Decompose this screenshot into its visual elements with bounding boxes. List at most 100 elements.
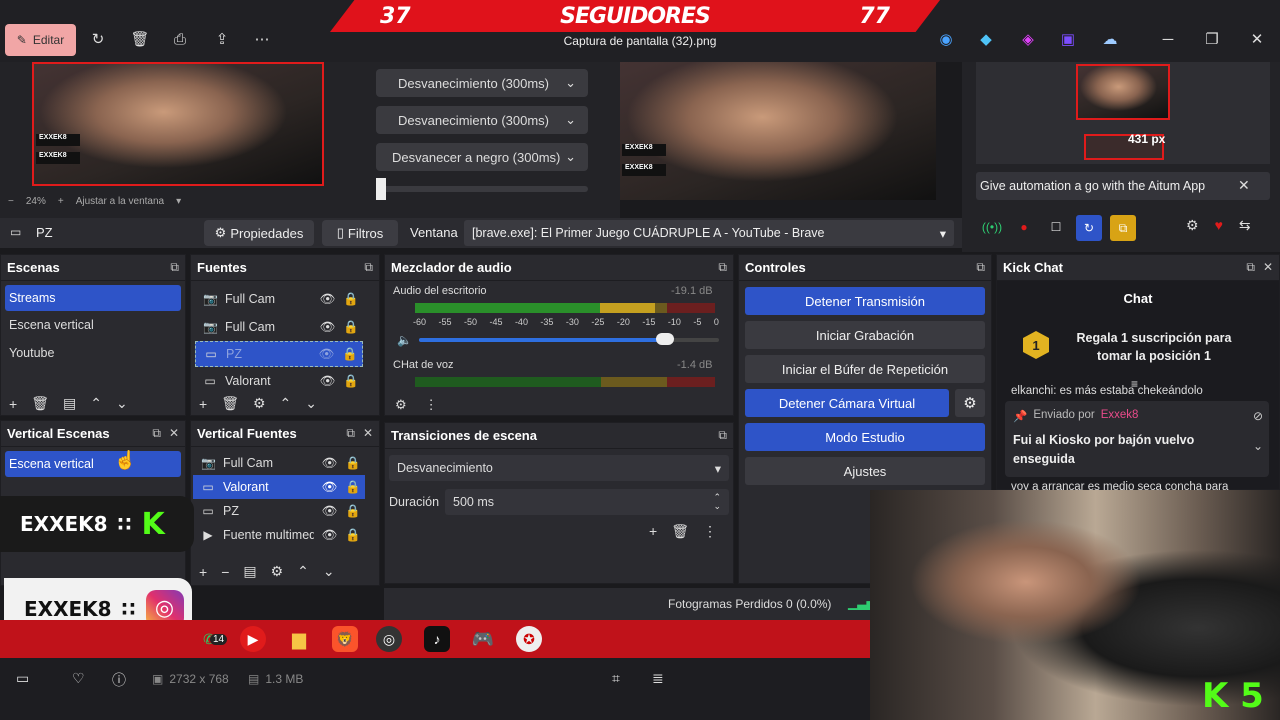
up-icon[interactable]: ⌃ [90,395,102,412]
volume-slider[interactable] [419,338,719,342]
obs-icon[interactable]: ◎ [376,626,402,652]
float-icon[interactable]: ⧉ [346,426,355,441]
close-icon[interactable]: ✕ [1238,177,1250,194]
down-icon[interactable]: ⌄ [323,563,335,580]
mixer-settings-icon[interactable]: ⚙ [395,397,407,413]
float-icon[interactable]: ⧉ [152,426,161,441]
gear-icon[interactable]: ⚙ [955,389,985,417]
down-icon[interactable]: ⌄ [116,395,128,412]
tbar-handle[interactable] [376,178,386,200]
add-icon[interactable]: + [199,564,207,580]
window-select[interactable]: [brave.exe]: El Primer Juego CUÁDRUPLE A… [464,220,954,246]
up-icon[interactable]: ⌃ [297,563,309,580]
delete-icon[interactable]: 🗑 [130,30,150,50]
delete-icon[interactable]: 🗑 [31,395,49,412]
gear-icon[interactable]: ⚙ [253,395,266,412]
brave-icon[interactable]: 🦁 [332,626,358,652]
float-icon[interactable]: ⧉ [170,260,179,275]
scene-item[interactable]: Escena vertical [5,311,181,339]
lock-icon[interactable]: 🔒 [343,292,359,307]
youtube-music-icon[interactable]: ▶ [240,626,266,652]
float-icon[interactable]: ⧉ [718,260,727,275]
vsource-item[interactable]: ▭ PZ 👁 🔒 [193,499,365,523]
folder-icon[interactable]: ▆ [286,626,312,652]
scan-icon[interactable]: ⌗ [612,670,620,687]
vsource-item[interactable]: ▶ Fuente multimedia 👁 🔒 [193,523,365,547]
add-icon[interactable]: + [199,396,207,412]
lock-icon[interactable]: 🔒 [345,504,361,519]
minimize-icon[interactable]: ─ [1158,30,1178,50]
favorite-icon[interactable]: ♡ [72,670,85,687]
add-icon[interactable]: + [649,523,657,540]
print-icon[interactable]: ⎙ [170,30,190,50]
scene-item[interactable]: Streams [5,285,181,311]
stop-icon[interactable]: ☐ [1044,215,1068,239]
record-icon[interactable]: ● [1012,215,1036,239]
paint-icon[interactable]: ◆ [976,30,996,50]
filmstrip-icon[interactable]: ▭ [16,670,29,687]
float-icon[interactable]: ⧉ [976,260,985,275]
plugin-icon[interactable]: ⇆ [1239,217,1251,234]
tiktok-icon[interactable]: ♪ [424,626,450,652]
designer-icon[interactable]: ◈ [1018,30,1038,50]
scene-item[interactable]: Youtube [5,339,181,367]
spinner-icon[interactable]: ⌃ ⌄ [713,493,721,511]
delete-icon[interactable]: 🗑 [221,395,239,412]
close-icon[interactable]: ✕ [363,426,373,441]
duration-input[interactable]: 500 ms ⌃ ⌄ [445,489,729,515]
eye-icon[interactable]: 👁 [320,292,336,307]
float-icon[interactable]: ⧉ [1246,260,1255,275]
vertical-scene-item[interactable]: Escena vertical [5,451,181,477]
up-icon[interactable]: ⌃ [280,395,292,412]
virtual-camera-button[interactable]: Detener Cámara Virtual [745,389,949,417]
remove-icon[interactable]: − [221,564,229,580]
down-icon[interactable]: ⌄ [305,395,317,412]
vertical-preview-source[interactable] [1076,64,1170,120]
delete-icon[interactable]: 🗑 [671,523,689,540]
zoom-out-icon[interactable]: − [8,196,14,207]
more-icon[interactable]: ⋮ [425,397,438,413]
stop-stream-button[interactable]: Detener Transmisión [745,287,985,315]
gear-icon[interactable]: ⚙ [271,563,284,580]
studio-mode-button[interactable]: Modo Estudio [745,423,985,451]
game-icon[interactable]: ✪ [516,626,542,652]
source-item[interactable]: ▭ Valorant 👁 🔒 [195,367,363,395]
speaker-icon[interactable]: 🔈 [397,333,412,347]
close-icon[interactable]: ✕ [1263,260,1273,275]
share-icon[interactable]: ⇪ [212,30,232,50]
source-item[interactable]: 📷 Full Cam 👁 🔒 [195,313,363,341]
float-icon[interactable]: ⧉ [718,428,727,443]
transition-dropdown-1[interactable]: Desvanecimiento (300ms) ⌄ [376,69,588,97]
broadcast-icon[interactable]: ((•)) [980,215,1004,239]
transition-type-select[interactable]: Desvanecimiento ▾ [389,455,729,481]
eye-icon[interactable]: 👁 [320,374,336,389]
close-icon[interactable]: ✕ [1247,30,1267,50]
eye-icon[interactable]: 👁 [320,320,336,335]
chevron-down-icon[interactable]: ▾ [176,196,181,207]
tbar-slider[interactable] [376,186,588,192]
info-icon[interactable]: ⓘ [112,670,126,690]
eye-icon[interactable]: 👁 [322,528,338,543]
float-icon[interactable]: ⧉ [364,260,373,275]
volume-handle[interactable] [656,333,674,345]
settings-button[interactable]: Ajustes [745,457,985,485]
heart-icon[interactable]: ♥ [1215,217,1223,234]
transition-dropdown-2[interactable]: Desvanecimiento (300ms) ⌄ [376,106,588,134]
lock-icon[interactable]: 🔒 [345,528,361,543]
replay-icon[interactable]: ↻ [1076,215,1102,241]
eye-icon[interactable]: 👁 [322,480,338,495]
rotate-icon[interactable]: ↻ [88,30,108,50]
filter-icon[interactable]: ▤ [63,395,76,412]
vsource-item[interactable]: 📷 Full Cam 👁 🔒 [193,451,365,475]
properties-button[interactable]: ⚙ Propiedades [204,220,314,246]
close-icon[interactable]: ✕ [169,426,179,441]
fit-window-label[interactable]: Ajustar a la ventana [76,196,164,207]
transition-dropdown-3[interactable]: Desvanecer a negro (300ms) ⌄ [376,143,588,171]
filter-icon[interactable]: ▤ [243,563,256,580]
eye-off-icon[interactable]: 👁 [319,347,335,362]
chevron-down-icon[interactable]: ⌄ [1253,439,1263,453]
program-preview[interactable]: EXXEK8 EXXEK8 [32,62,324,186]
restore-icon[interactable]: ❐ [1202,30,1222,50]
eye-icon[interactable]: 👁 [322,504,338,519]
clipchamp-icon[interactable]: ▣ [1058,30,1078,50]
